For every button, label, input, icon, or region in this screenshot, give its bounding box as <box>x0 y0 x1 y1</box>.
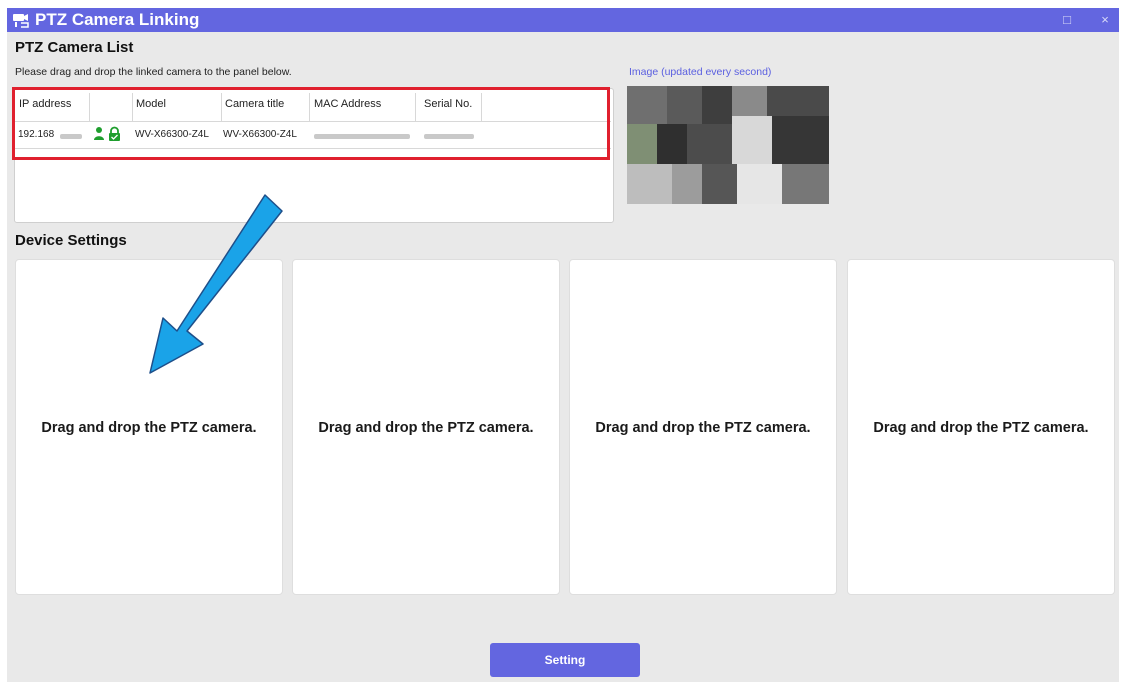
column-divider <box>221 93 222 121</box>
drop-panel-label: Drag and drop the PTZ camera. <box>595 420 811 436</box>
drop-panel-label: Drag and drop the PTZ camera. <box>41 420 257 436</box>
user-lock-icon <box>94 126 120 141</box>
image-caption: Image (updated every second) <box>629 66 772 78</box>
cell-ip: 192.168 <box>18 129 55 140</box>
drop-panel-label: Drag and drop the PTZ camera. <box>318 420 534 436</box>
column-divider <box>481 93 482 121</box>
camera-list-heading: PTZ Camera List <box>15 39 134 56</box>
maximize-button[interactable]: □ <box>1055 10 1079 30</box>
cell-camera-title: WV-X66300-Z4L <box>223 129 297 140</box>
redacted-mac-address <box>314 134 410 139</box>
drop-panel-label: Drag and drop the PTZ camera. <box>873 420 1089 436</box>
column-header-camera-title[interactable]: Camera title <box>225 98 284 110</box>
title-bar: PTZ Camera Linking □ × <box>7 8 1119 32</box>
close-button[interactable]: × <box>1093 10 1117 30</box>
column-divider <box>415 93 416 121</box>
table-row[interactable]: 192.168 WV-X66300-Z4L WV-X66300-Z4L <box>15 122 611 148</box>
column-divider <box>132 93 133 121</box>
setting-button[interactable]: Setting <box>490 643 640 677</box>
drop-panel-4[interactable]: Drag and drop the PTZ camera. <box>847 259 1115 595</box>
drop-panel-3[interactable]: Drag and drop the PTZ camera. <box>569 259 837 595</box>
redacted-serial-number <box>424 134 474 139</box>
ptz-camera-linking-window: PTZ Camera Linking □ × PTZ Camera List P… <box>7 8 1119 682</box>
column-header-ip[interactable]: IP address <box>19 98 71 110</box>
cell-model: WV-X66300-Z4L <box>135 129 209 140</box>
row-divider <box>15 148 611 149</box>
redacted-ip <box>60 134 82 139</box>
column-header-model[interactable]: Model <box>136 98 166 110</box>
column-header-serial[interactable]: Serial No. <box>424 98 472 110</box>
window-title: PTZ Camera Linking <box>35 10 200 29</box>
drop-panel-2[interactable]: Drag and drop the PTZ camera. <box>292 259 560 595</box>
column-divider <box>309 93 310 121</box>
camera-link-icon <box>13 14 29 28</box>
camera-image-preview <box>627 86 829 204</box>
device-settings-heading: Device Settings <box>15 232 127 249</box>
column-header-mac[interactable]: MAC Address <box>314 98 381 110</box>
camera-list-table: IP address Model Camera title MAC Addres… <box>14 88 614 223</box>
column-divider <box>89 93 90 121</box>
drag-instruction: Please drag and drop the linked camera t… <box>15 66 292 78</box>
drop-panel-1[interactable]: Drag and drop the PTZ camera. <box>15 259 283 595</box>
